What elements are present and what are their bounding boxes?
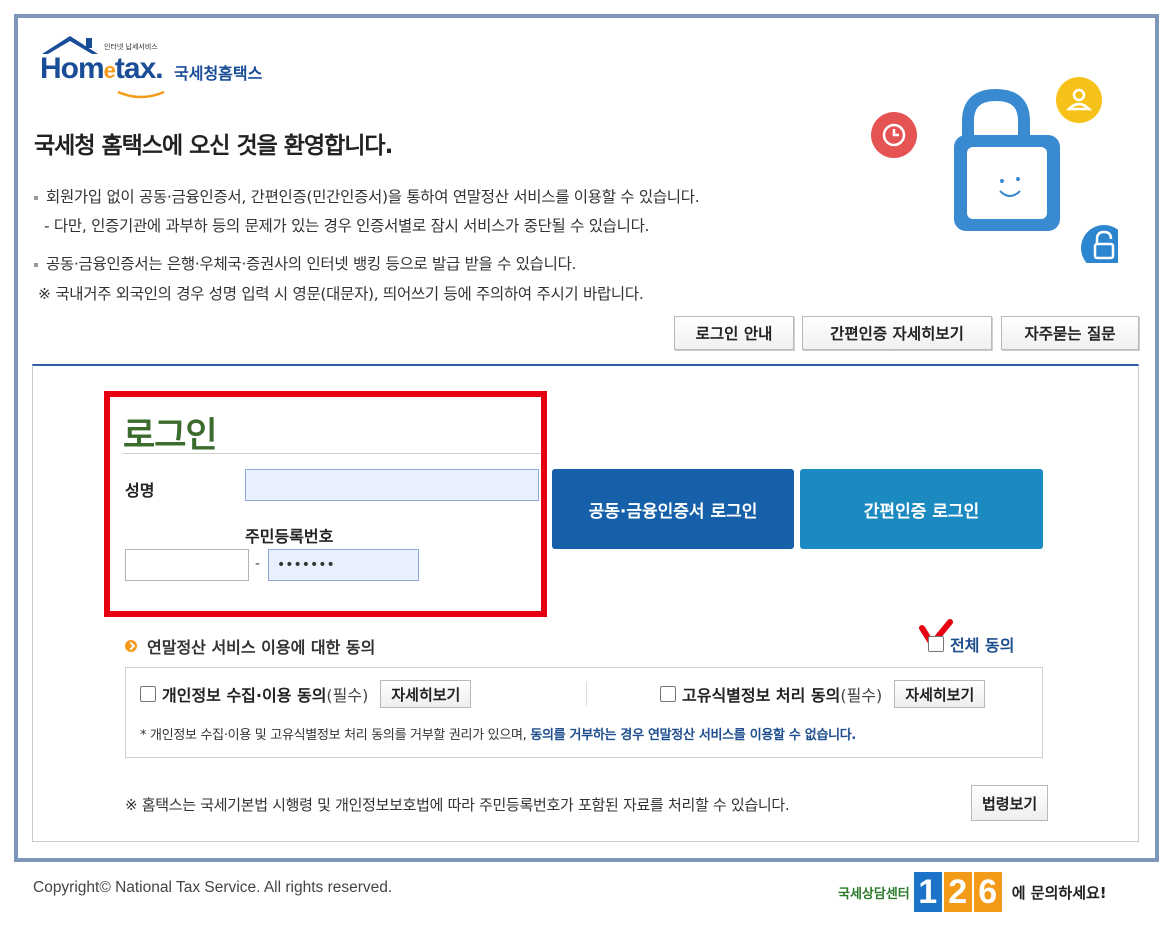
login-title: 로그인 bbox=[123, 416, 218, 456]
hometax-logo[interactable]: 인터넷 납세서비스 Hometax. 국세청홈택스 bbox=[36, 32, 286, 99]
checkbox-icon[interactable] bbox=[928, 636, 944, 652]
checkbox-icon[interactable] bbox=[140, 686, 156, 702]
clock-icon bbox=[871, 112, 917, 158]
consent-box: 개인정보 수집·이용 동의 (필수) 자세히보기 고유식별정보 처리 동의 (필수)… bbox=[125, 667, 1043, 758]
digit-2: 2 bbox=[943, 872, 972, 912]
call-center-number: 1 2 6 bbox=[913, 872, 1004, 912]
call-center-name: 국세상담센터 bbox=[838, 886, 910, 902]
info-line-3: 공동·금융인증서는 은행·우체국·증권사의 인터넷 뱅킹 등으로 발급 받을 수… bbox=[34, 252, 576, 274]
agree-all-checkbox[interactable]: 전체 동의 bbox=[928, 632, 1014, 656]
info-line-1: 회원가입 없이 공동·금융인증서, 간편인증(민간인증서)을 통하여 연말정산 … bbox=[34, 185, 700, 207]
small-lock-icon bbox=[1081, 225, 1118, 263]
logo-tagline: 인터넷 납세서비스 bbox=[104, 43, 158, 51]
logo-smile-icon bbox=[117, 90, 165, 99]
consent-note: * 개인정보 수집·이용 및 고유식별정보 처리 동의를 거부할 권리가 있으며… bbox=[140, 728, 857, 743]
padlock-icon bbox=[954, 88, 1060, 231]
call-center-banner[interactable]: 국세상담센터 1 2 6 에 문의하세요! bbox=[838, 870, 1107, 914]
rrn-dash: - bbox=[255, 556, 261, 572]
rrn-back-input[interactable] bbox=[268, 549, 419, 581]
law-view-button[interactable]: 법령보기 bbox=[971, 785, 1049, 821]
security-illustration bbox=[871, 77, 1118, 263]
cert-login-button[interactable]: 공동·금융인증서 로그인 bbox=[552, 469, 794, 549]
welcome-title: 국세청 홈택스에 오신 것을 환영합니다. bbox=[34, 133, 393, 159]
checkbox-icon[interactable] bbox=[660, 686, 676, 702]
divider bbox=[123, 453, 541, 454]
privacy-detail-button[interactable]: 자세히보기 bbox=[380, 680, 472, 708]
simple-auth-detail-button[interactable]: 간편인증 자세히보기 bbox=[802, 316, 992, 350]
digit-1: 1 bbox=[913, 872, 942, 912]
name-label: 성명 bbox=[125, 481, 155, 500]
login-panel: 로그인 성명 주민등록번호 - 공동·금융인증서 로그인 간편인증 로그인 연말… bbox=[32, 364, 1139, 842]
consent-item-privacy[interactable]: 개인정보 수집·이용 동의 (필수) 자세히보기 bbox=[140, 680, 472, 708]
divider bbox=[586, 682, 587, 706]
info-line-4: ※ 국내거주 외국인의 경우 성명 입력 시 영문(대문자), 띄어쓰기 등에 … bbox=[38, 285, 644, 303]
call-center-ask: 에 문의하세요! bbox=[1011, 883, 1107, 902]
unique-id-detail-button[interactable]: 자세히보기 bbox=[894, 680, 986, 708]
main-frame: 인터넷 납세서비스 Hometax. 국세청홈택스 국세청 홈택스에 오신 것을… bbox=[14, 14, 1159, 862]
arrow-bullet-icon bbox=[125, 640, 137, 652]
law-note: ※ 홈택스는 국세기본법 시행령 및 개인정보보호법에 따라 주민등록번호가 포… bbox=[125, 796, 790, 814]
bullet-dot bbox=[34, 195, 38, 200]
rrn-label: 주민등록번호 bbox=[245, 527, 334, 546]
logo-wordmark: Hometax. bbox=[40, 52, 164, 85]
copyright: Copyright© National Tax Service. All rig… bbox=[33, 879, 393, 896]
consent-heading: 연말정산 서비스 이용에 대한 동의 bbox=[125, 634, 375, 658]
simple-auth-login-button[interactable]: 간편인증 로그인 bbox=[800, 469, 1043, 549]
login-guide-button[interactable]: 로그인 안내 bbox=[674, 316, 794, 350]
name-input[interactable] bbox=[245, 469, 539, 501]
logo-korean-name: 국세청홈택스 bbox=[174, 64, 263, 83]
info-line-2: - 다만, 인증기관에 과부하 등의 문제가 있는 경우 인증서별로 잠시 서비… bbox=[44, 217, 650, 235]
faq-button[interactable]: 자주묻는 질문 bbox=[1001, 316, 1139, 350]
consent-item-unique-id[interactable]: 고유식별정보 처리 동의 (필수) 자세히보기 bbox=[660, 680, 986, 708]
person-icon bbox=[1056, 77, 1102, 123]
digit-6: 6 bbox=[973, 872, 1002, 912]
rrn-front-input[interactable] bbox=[125, 549, 249, 581]
bullet-dot bbox=[34, 262, 38, 267]
